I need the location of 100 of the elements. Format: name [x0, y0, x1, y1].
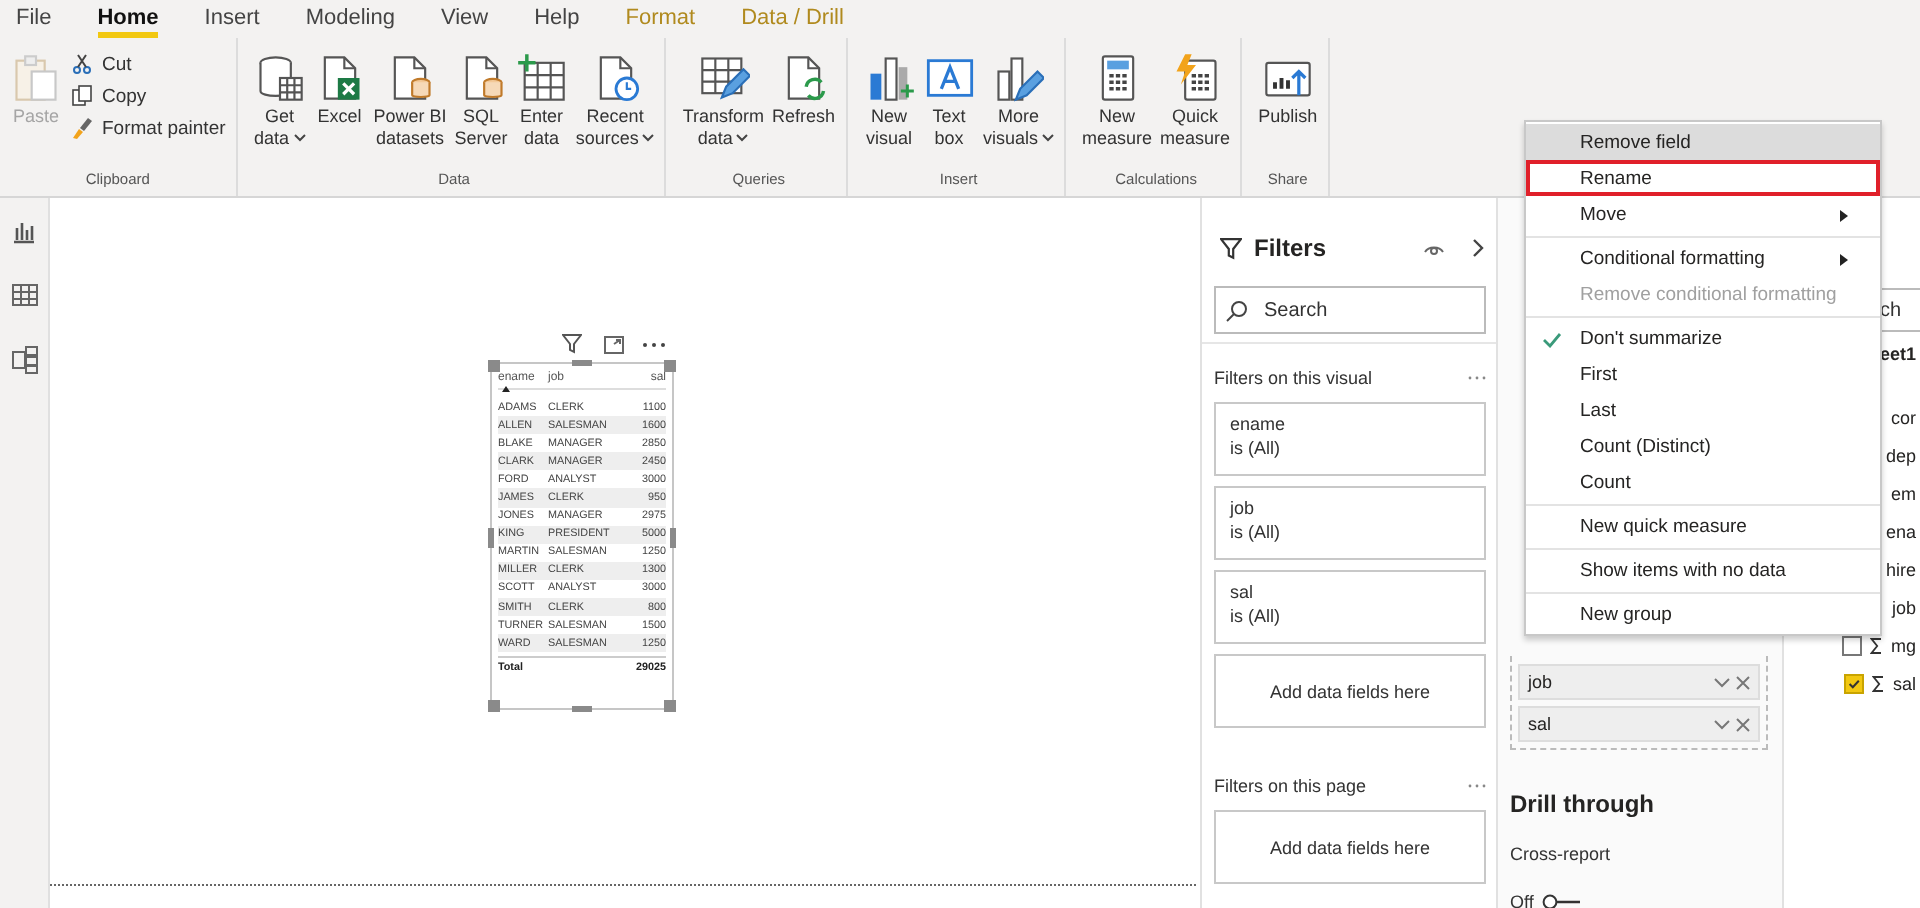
ribbon-tab[interactable]: Insert — [204, 0, 260, 38]
bar-chart-icon[interactable] — [12, 220, 36, 244]
ribbon-button[interactable]: Recent sources — [571, 38, 659, 148]
table-icon[interactable] — [11, 284, 37, 306]
ribbon-button[interactable]: Refresh — [768, 38, 840, 127]
ribbon-button[interactable]: Cut — [66, 52, 230, 76]
setting-label: Cross-report — [1510, 844, 1613, 864]
clipboard-icon — [10, 52, 62, 104]
field-name[interactable]: job — [1891, 597, 1916, 617]
section-title: Filters on this page — [1214, 776, 1367, 796]
close-icon[interactable] — [1736, 675, 1750, 689]
eye-icon[interactable] — [1424, 241, 1444, 255]
ribbon-button[interactable]: SQL Server — [450, 38, 512, 148]
well-field: sal — [1528, 714, 1708, 734]
ribbon-button[interactable]: Copy — [66, 84, 230, 108]
drop-zone[interactable]: Add data fields here — [1214, 810, 1486, 884]
field-well[interactable]: job — [1518, 664, 1760, 700]
toggle-label: Off — [1510, 892, 1534, 908]
ribbon-button[interactable]: Transform data — [678, 38, 768, 148]
field-name[interactable]: em — [1890, 483, 1916, 503]
menu-item[interactable]: Conditional formatting — [1526, 240, 1880, 276]
focus-mode-icon[interactable] — [604, 336, 624, 354]
resize-handle[interactable] — [488, 360, 500, 372]
menu-item[interactable]: Move — [1526, 196, 1880, 232]
paintbrush-icon — [70, 116, 94, 140]
copy-icon — [70, 84, 94, 108]
ribbon-button[interactable]: Power BI datasets — [369, 38, 451, 148]
resize-handle[interactable] — [572, 360, 592, 366]
toggle-switch[interactable] — [1539, 894, 1584, 908]
sigma-icon — [1872, 675, 1885, 691]
filter-card[interactable]: sal is (All) — [1214, 570, 1486, 644]
ribbon-button[interactable]: New measure — [1078, 38, 1157, 148]
menu-item[interactable]: Rename — [1526, 160, 1880, 196]
menu-item[interactable]: First — [1526, 356, 1880, 392]
caret-icon — [736, 133, 749, 142]
menu-item[interactable]: Show items with no data — [1526, 552, 1880, 588]
table-plus-icon — [515, 52, 568, 104]
filter-condition: is (All) — [1230, 522, 1282, 542]
filter-condition: is (All) — [1230, 606, 1282, 626]
ribbon-tab[interactable]: Help — [534, 0, 580, 38]
filter-card[interactable]: ename is (All) — [1214, 402, 1486, 476]
checkmark-icon — [1848, 677, 1861, 689]
close-icon[interactable] — [1736, 717, 1750, 731]
resize-handle[interactable] — [572, 706, 592, 712]
field-name[interactable]: ena — [1885, 521, 1916, 541]
field-name[interactable]: dep — [1885, 445, 1916, 465]
checkbox[interactable] — [1844, 673, 1865, 693]
section-title: Drill through — [1510, 790, 1656, 818]
ribbon-button[interactable]: Publish — [1254, 38, 1322, 127]
field-well[interactable]: sal — [1518, 706, 1760, 742]
table-pencil-icon — [697, 52, 750, 104]
ribbon-button[interactable]: Enter data — [511, 38, 572, 148]
filter-icon[interactable] — [562, 334, 582, 354]
field-name[interactable]: cor — [1890, 407, 1916, 427]
caret-icon — [293, 133, 306, 142]
filter-field: ename — [1230, 414, 1470, 434]
ribbon-tab[interactable]: View — [440, 0, 489, 38]
ribbon-button[interactable]: New visual — [859, 38, 920, 148]
search-icon — [1226, 300, 1248, 322]
caret-icon — [642, 133, 655, 142]
menu-item[interactable]: Last — [1526, 392, 1880, 428]
ribbon-button[interactable]: Format painter — [66, 116, 230, 140]
menu-item[interactable]: Remove field — [1526, 124, 1880, 160]
filter-field: sal — [1230, 582, 1470, 602]
ribbon-button[interactable]: More visuals — [979, 38, 1059, 148]
menu-item[interactable]: New group — [1526, 596, 1880, 632]
field-name[interactable]: sal — [1892, 673, 1916, 693]
sigma-icon — [1870, 637, 1883, 653]
menu-item[interactable]: New quick measure — [1526, 508, 1880, 544]
more-options-icon[interactable] — [642, 342, 666, 348]
resize-handle[interactable] — [664, 700, 676, 712]
table-visual[interactable] — [490, 362, 674, 710]
database-table-icon — [253, 52, 306, 104]
drop-zone[interactable]: Add data fields here — [1214, 654, 1486, 728]
filter-field: job — [1230, 498, 1470, 518]
checkbox[interactable] — [1842, 635, 1863, 655]
menu-item[interactable]: Don't summarize — [1526, 320, 1880, 356]
ribbon-button[interactable]: Get data — [249, 38, 310, 148]
ribbon-button[interactable]: Excel — [309, 38, 370, 127]
search-field[interactable]: Search — [1214, 286, 1486, 334]
ribbon-button[interactable]: Text box — [919, 38, 980, 148]
ribbon-tab[interactable]: Modeling — [305, 0, 395, 38]
ribbon-button[interactable]: Quick measure — [1156, 38, 1235, 148]
resize-handle[interactable] — [664, 360, 676, 372]
menu-item[interactable]: Count — [1526, 464, 1880, 500]
chevron-right-icon[interactable] — [1472, 238, 1484, 258]
ribbon-tab[interactable]: File — [16, 0, 52, 38]
menu-item[interactable]: Count (Distinct) — [1526, 428, 1880, 464]
filter-card[interactable]: job is (All) — [1214, 486, 1486, 560]
resize-handle[interactable] — [488, 528, 494, 548]
field-name[interactable]: mg — [1890, 635, 1916, 655]
sort-arrow-icon[interactable] — [502, 386, 510, 392]
resize-handle[interactable] — [488, 700, 500, 712]
model-icon[interactable] — [11, 346, 37, 374]
field-name[interactable]: hire — [1885, 559, 1916, 579]
resize-handle[interactable] — [670, 528, 676, 548]
chart-pencil-icon — [992, 52, 1045, 104]
table-name[interactable]: eet1 — [1880, 344, 1920, 364]
chevron-down-icon[interactable] — [1714, 719, 1730, 729]
chevron-down-icon[interactable] — [1714, 677, 1730, 687]
